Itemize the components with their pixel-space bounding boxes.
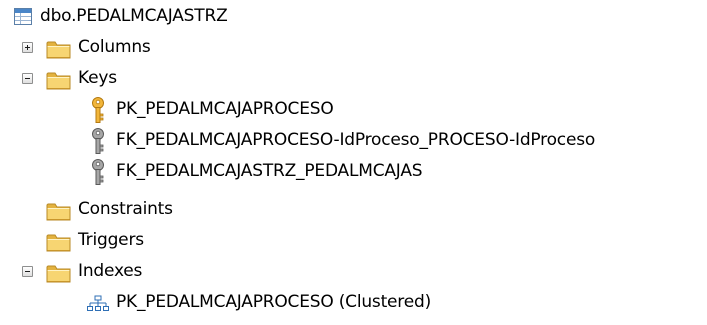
folder-icon — [46, 233, 72, 252]
tree-node-key[interactable]: FK_PEDALMCAJAPROCESO-IdProceso_PROCESO-I… — [0, 126, 707, 157]
folder-icon — [46, 202, 72, 221]
clustered-index-icon — [86, 293, 110, 315]
folder-icon — [46, 264, 72, 283]
folder-icon — [46, 71, 72, 90]
tree-node-label: Columns — [78, 37, 151, 57]
tree-node-label: dbo.PEDALMCAJASTRZ — [40, 6, 228, 26]
tree-node-label: FK_PEDALMCAJAPROCESO-IdProceso_PROCESO-I… — [116, 130, 596, 150]
tree-node-key[interactable]: PK_PEDALMCAJAPROCESO — [0, 95, 420, 126]
tree-node-label: Indexes — [78, 261, 143, 281]
tree-node-key[interactable]: FK_PEDALMCAJASTRZ_PEDALMCAJAS — [0, 157, 520, 188]
tree-node-indexes[interactable]: Indexes — [0, 257, 200, 288]
tree-node-label: Triggers — [78, 230, 144, 250]
foreign-key-icon — [90, 159, 106, 186]
expand-plus-icon[interactable] — [22, 42, 33, 53]
foreign-key-icon — [90, 128, 106, 155]
tree-node-label: Keys — [78, 68, 117, 88]
tree-node-triggers[interactable]: Triggers — [0, 226, 200, 257]
tree-node-constraints[interactable]: Constraints — [0, 195, 220, 226]
tree-node-label: Constraints — [78, 199, 173, 219]
tree-node-label: PK_PEDALMCAJAPROCESO (Clustered) — [116, 292, 432, 312]
tree-node-table[interactable]: dbo.PEDALMCAJASTRZ — [0, 2, 300, 33]
tree-node-keys[interactable]: Keys — [0, 64, 200, 95]
table-icon — [14, 8, 32, 25]
tree-node-label: PK_PEDALMCAJAPROCESO — [116, 99, 334, 119]
tree-node-index[interactable]: PK_PEDALMCAJAPROCESO (Clustered) — [0, 288, 520, 319]
collapse-minus-icon[interactable] — [22, 73, 33, 84]
object-explorer-tree: dbo.PEDALMCAJASTRZ Columns Keys PK_PEDAL… — [0, 0, 707, 325]
tree-node-columns[interactable]: Columns — [0, 33, 200, 64]
collapse-minus-icon[interactable] — [22, 266, 33, 277]
folder-icon — [46, 40, 72, 59]
primary-key-icon — [90, 97, 106, 124]
tree-node-label: FK_PEDALMCAJASTRZ_PEDALMCAJAS — [116, 161, 423, 181]
